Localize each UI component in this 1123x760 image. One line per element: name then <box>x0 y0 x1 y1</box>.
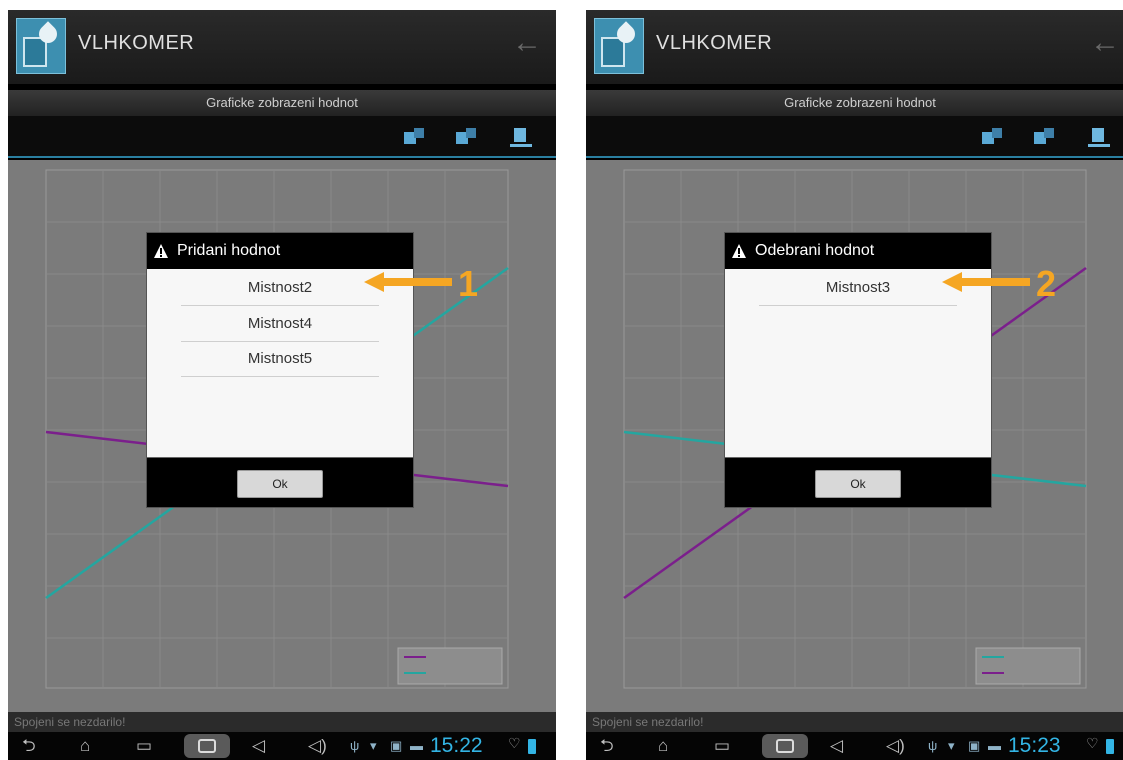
connection-status: Spojeni se nezdarilo! <box>8 712 556 732</box>
nav-recent-apps-icon[interactable]: ▭ <box>714 736 730 756</box>
callout-number-1: 1 <box>458 263 478 302</box>
ok-button[interactable]: Ok <box>237 470 323 498</box>
warning-icon <box>154 244 168 258</box>
dialog-footer: Ok <box>725 457 991 507</box>
nav-back-icon[interactable]: ⮌ <box>22 736 36 756</box>
chart-legend <box>975 647 1081 685</box>
app-icon[interactable] <box>594 18 644 74</box>
status-clock: 15:22 <box>430 734 483 757</box>
action-bar: VLHKOMER ← <box>586 10 1123 84</box>
chart-legend <box>397 647 503 685</box>
screen-subtitle: Graficke zobrazeni hodnot <box>586 90 1123 116</box>
app-title: VLHKOMER <box>78 32 195 54</box>
app-icon[interactable] <box>16 18 66 74</box>
back-arrow-icon[interactable]: ← <box>1090 28 1120 58</box>
ok-button[interactable]: Ok <box>815 470 901 498</box>
nav-home-icon[interactable]: ⌂ <box>80 736 90 756</box>
remove-values-icon[interactable] <box>456 128 478 148</box>
export-icon[interactable] <box>510 128 532 148</box>
heart-icon: ♡ <box>508 735 521 751</box>
battery-icon <box>1106 739 1114 754</box>
storage-icon: ▬ <box>988 738 1001 753</box>
usb-icon: ψ <box>928 738 938 753</box>
storage-icon: ▬ <box>410 738 423 753</box>
volume-up-icon[interactable]: ◁) <box>308 736 327 756</box>
camera-icon[interactable] <box>184 734 230 758</box>
callout-arrow-2: 2 <box>942 263 1056 302</box>
action-bar: VLHKOMER ← <box>8 10 556 84</box>
volume-up-icon[interactable]: ◁) <box>886 736 905 756</box>
warning-icon <box>732 244 746 258</box>
list-item-mistnost5[interactable]: Mistnost5 <box>181 342 379 377</box>
dialog-footer: Ok <box>147 457 413 507</box>
export-icon[interactable] <box>1088 128 1110 148</box>
remove-values-icon[interactable] <box>1034 128 1056 148</box>
system-nav-bar: ⮌ ⌂ ▭ ◁ ◁) ψ ▾ ▣ ▬ 15:22 ♡ <box>8 732 556 760</box>
image-notification-icon: ▣ <box>968 738 981 753</box>
chart-toolbar <box>586 116 1123 158</box>
list-item-mistnost4[interactable]: Mistnost4 <box>181 307 379 342</box>
wifi-icon: ▾ <box>370 738 377 753</box>
app-title: VLHKOMER <box>656 32 773 54</box>
add-values-icon[interactable] <box>404 128 426 148</box>
tablet-screen-right: VLHKOMER ← Graficke zobrazeni hodnot Spo… <box>586 10 1123 760</box>
volume-down-icon[interactable]: ◁ <box>252 736 265 756</box>
back-arrow-icon[interactable]: ← <box>512 28 542 58</box>
usb-icon: ψ <box>350 738 360 753</box>
tablet-screen-left: VLHKOMER ← Graficke zobrazeni hodnot Spo… <box>8 10 556 760</box>
list-item-mistnost3[interactable]: Mistnost3 <box>759 271 957 306</box>
wifi-icon: ▾ <box>948 738 955 753</box>
connection-status: Spojeni se nezdarilo! <box>586 712 1123 732</box>
nav-recent-apps-icon[interactable]: ▭ <box>136 736 152 756</box>
add-values-icon[interactable] <box>982 128 1004 148</box>
chart-toolbar <box>8 116 556 158</box>
system-nav-bar: ⮌ ⌂ ▭ ◁ ◁) ψ ▾ ▣ ▬ 15:23 ♡ <box>586 732 1123 760</box>
callout-arrow-1: 1 <box>364 263 478 302</box>
screen-subtitle: Graficke zobrazeni hodnot <box>8 90 556 116</box>
list-item-mistnost2[interactable]: Mistnost2 <box>181 271 379 306</box>
dialog-title: Odebrani hodnot <box>755 242 875 259</box>
dialog-title: Pridani hodnot <box>177 242 281 259</box>
callout-number-2: 2 <box>1036 263 1056 302</box>
nav-back-icon[interactable]: ⮌ <box>600 736 614 756</box>
battery-icon <box>528 739 536 754</box>
status-clock: 15:23 <box>1008 734 1061 757</box>
image-notification-icon: ▣ <box>390 738 403 753</box>
volume-down-icon[interactable]: ◁ <box>830 736 843 756</box>
camera-icon[interactable] <box>762 734 808 758</box>
nav-home-icon[interactable]: ⌂ <box>658 736 668 756</box>
heart-icon: ♡ <box>1086 735 1099 751</box>
